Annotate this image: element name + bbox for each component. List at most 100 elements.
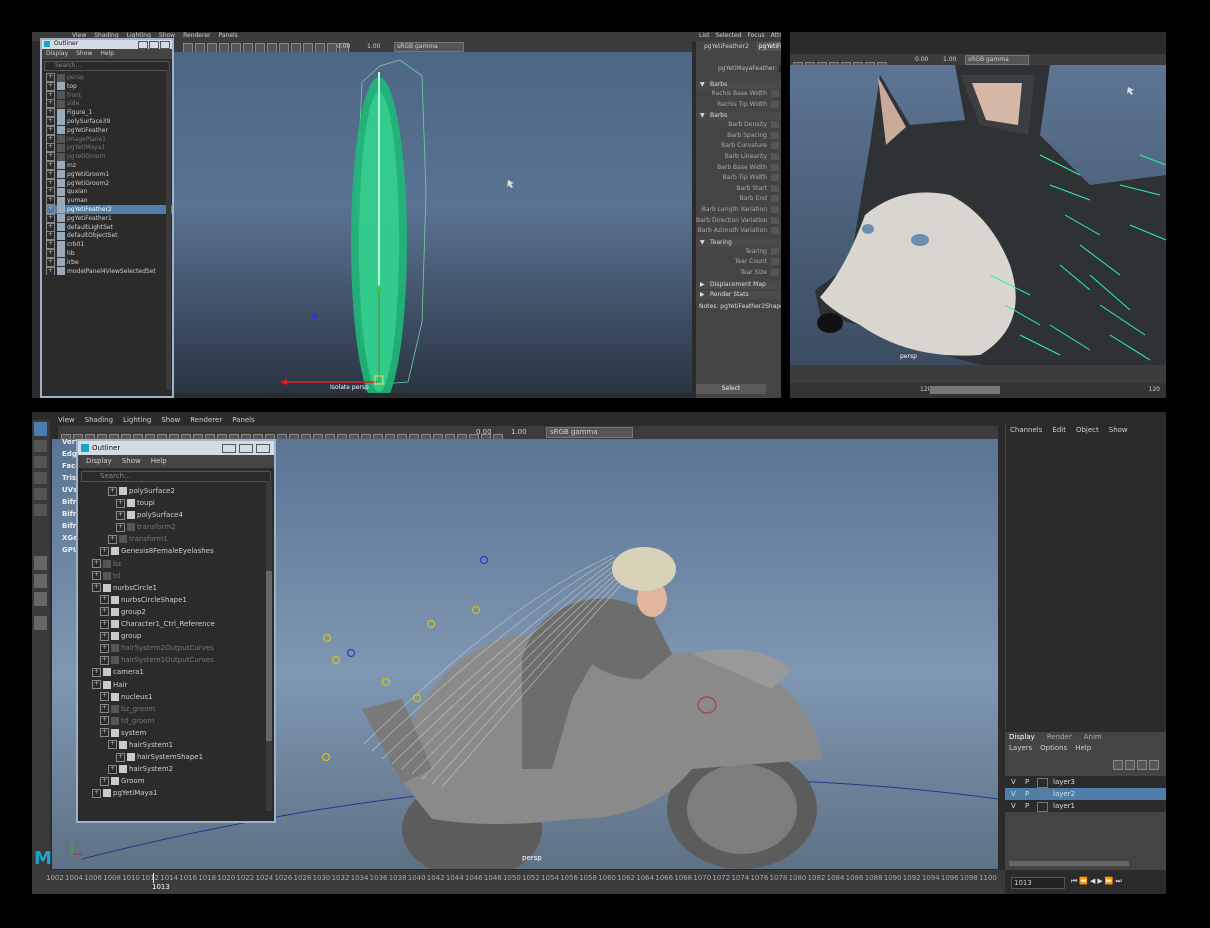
ae-section-header[interactable]: ▼ Barbs <box>696 81 781 89</box>
range-slider[interactable]: 120 120 <box>790 383 1166 398</box>
menu-show[interactable]: Show <box>161 416 180 424</box>
layer-menu-options[interactable]: Options <box>1040 744 1067 752</box>
outliner-item[interactable]: + hairSystem1OutputCurves <box>92 654 274 666</box>
layer-visibility-toggle[interactable]: V <box>1011 776 1016 788</box>
outliner-menu-show[interactable]: Show <box>76 50 92 57</box>
outliner-item[interactable]: + pgYetiFeather <box>46 125 172 135</box>
feather-viewport[interactable]: Isolate persp <box>172 52 692 398</box>
expand-toggle-icon[interactable]: + <box>46 134 55 144</box>
menu-renderer[interactable]: Renderer <box>190 416 222 424</box>
expand-toggle-icon[interactable]: + <box>46 99 55 109</box>
expand-toggle-icon[interactable]: + <box>46 81 55 91</box>
outliner-item[interactable]: + Hair <box>92 679 274 691</box>
expand-toggle-icon[interactable]: + <box>46 248 55 258</box>
expand-toggle-icon[interactable]: + <box>46 169 55 179</box>
outliner-menu-display[interactable]: Display <box>86 457 112 465</box>
outliner-item[interactable]: + polySurface4 <box>92 509 274 521</box>
ae-section-header[interactable]: ▼ Barbs <box>696 112 781 121</box>
outliner-item[interactable]: + hairSystem2 <box>92 763 274 775</box>
move-tool-icon[interactable] <box>34 472 47 484</box>
outliner-item[interactable]: + toupi <box>92 497 274 509</box>
outliner-item[interactable]: + pgYetiFeather2 <box>46 204 172 214</box>
outliner-item[interactable]: + pgYetiMaya1 <box>92 787 274 799</box>
layer-name[interactable]: layer2 <box>1053 788 1075 800</box>
go-to-end-icon[interactable]: ⏭ <box>1116 877 1124 885</box>
expand-toggle-icon[interactable]: + <box>116 522 125 532</box>
minimize-icon[interactable] <box>138 41 148 49</box>
node-type-value[interactable]: pg <box>778 65 781 72</box>
layer-tab-render[interactable]: Render <box>1047 733 1072 741</box>
channel-box-menu-edit[interactable]: Edit <box>1052 426 1066 434</box>
expand-toggle-icon[interactable]: + <box>100 643 109 653</box>
outliner-window[interactable]: Outliner Display Show Help Search... + poly… <box>76 439 276 823</box>
exposure-field[interactable]: 0.00 <box>915 56 928 64</box>
outliner-item[interactable]: + persp <box>46 73 172 82</box>
expand-toggle-icon[interactable]: + <box>46 196 55 205</box>
expand-toggle-icon[interactable]: + <box>100 619 109 629</box>
close-icon[interactable] <box>256 444 270 453</box>
maximize-icon[interactable] <box>149 41 159 49</box>
expand-toggle-icon[interactable]: + <box>92 680 101 689</box>
expand-toggle-icon[interactable]: + <box>46 125 55 135</box>
expand-toggle-icon[interactable]: + <box>100 692 109 702</box>
expand-toggle-icon[interactable]: + <box>92 583 101 593</box>
expand-toggle-icon[interactable]: + <box>46 266 55 276</box>
step-forward-icon[interactable]: ⏩ <box>1105 877 1116 885</box>
menu-renderer[interactable]: Renderer <box>183 32 210 39</box>
expand-toggle-icon[interactable]: + <box>92 788 101 798</box>
transport-buttons[interactable]: ⏮⏪◀▶⏩⏭ <box>1071 876 1124 886</box>
expand-toggle-icon[interactable]: + <box>108 764 117 774</box>
paint-tool-icon[interactable] <box>34 456 47 468</box>
ae-section-header[interactable]: ▼ Tearing <box>696 238 781 247</box>
outliner-item[interactable]: + pgYetiFeather1 <box>46 213 172 223</box>
expand-toggle-icon[interactable]: + <box>46 152 55 161</box>
outliner-item[interactable]: + nucleus1 <box>92 691 274 703</box>
close-icon[interactable] <box>160 41 170 49</box>
layer-menu-layers[interactable]: Layers <box>1009 744 1032 752</box>
expand-toggle-icon[interactable]: + <box>46 108 55 117</box>
layout-two-icon[interactable] <box>34 592 47 606</box>
expand-toggle-icon[interactable]: + <box>92 667 101 677</box>
outliner-title-bar[interactable]: Outliner <box>78 441 274 455</box>
range-handle[interactable] <box>930 386 1000 394</box>
menu-panels[interactable]: Panels <box>232 416 255 424</box>
colorspace-dropdown[interactable]: sRGB gamma <box>546 427 633 438</box>
expand-toggle-icon[interactable]: + <box>92 571 101 581</box>
layer-row[interactable]: V Player3 <box>1005 776 1166 788</box>
outliner-item[interactable]: + group <box>92 630 274 642</box>
ae-menu-focus[interactable]: Focus <box>748 32 765 39</box>
ae-section-header[interactable]: ▶ Render Stats <box>696 290 781 299</box>
outliner-item[interactable]: + pgYetiGroom1 <box>46 169 172 179</box>
outliner-item[interactable]: + pgYetiMaya1 <box>46 143 172 153</box>
layer-playback-toggle[interactable]: P <box>1025 800 1029 812</box>
outliner-item[interactable]: + hairSystemShape1 <box>92 751 274 763</box>
expand-toggle-icon[interactable]: + <box>100 546 109 556</box>
outliner-item[interactable]: + Figure_1 <box>46 108 172 117</box>
channel-box-menu-object[interactable]: Object <box>1076 426 1099 434</box>
expand-toggle-icon[interactable]: + <box>116 510 125 520</box>
layer-tab-display[interactable]: Display <box>1009 733 1035 741</box>
channel-box-menu-show[interactable]: Show <box>1109 426 1128 434</box>
layout-four-icon[interactable] <box>34 574 47 588</box>
outliner-item[interactable]: + group2 <box>92 606 274 618</box>
outliner-scrollbar-thumb[interactable] <box>266 571 272 741</box>
layer-row[interactable]: V Player1 <box>1005 800 1166 812</box>
expand-toggle-icon[interactable]: + <box>108 486 117 496</box>
expand-toggle-icon[interactable]: + <box>100 716 109 726</box>
exposure-field[interactable]: 0.00 <box>476 427 492 437</box>
outliner-item[interactable]: + lrbe <box>46 257 172 267</box>
gamma-field[interactable]: 1.00 <box>367 43 380 51</box>
outliner-item[interactable]: + pgYetiGroom <box>46 152 172 161</box>
move-z-axis[interactable] <box>312 313 318 319</box>
scale-tool-icon[interactable] <box>34 504 47 516</box>
expand-toggle-icon[interactable]: + <box>108 740 117 750</box>
rotate-tool-icon[interactable] <box>34 488 47 500</box>
layer-menu-help[interactable]: Help <box>1075 744 1091 752</box>
outliner-item[interactable]: + pgYetiGroom2 <box>46 178 172 188</box>
ae-menu-list[interactable]: List <box>699 32 710 39</box>
layer-visibility-toggle[interactable]: V <box>1011 788 1016 800</box>
expand-toggle-icon[interactable]: + <box>108 534 117 544</box>
outliner-item[interactable]: + defaultLightSet <box>46 222 172 232</box>
expand-toggle-icon[interactable]: + <box>46 222 55 232</box>
expand-toggle-icon[interactable]: + <box>92 559 101 569</box>
